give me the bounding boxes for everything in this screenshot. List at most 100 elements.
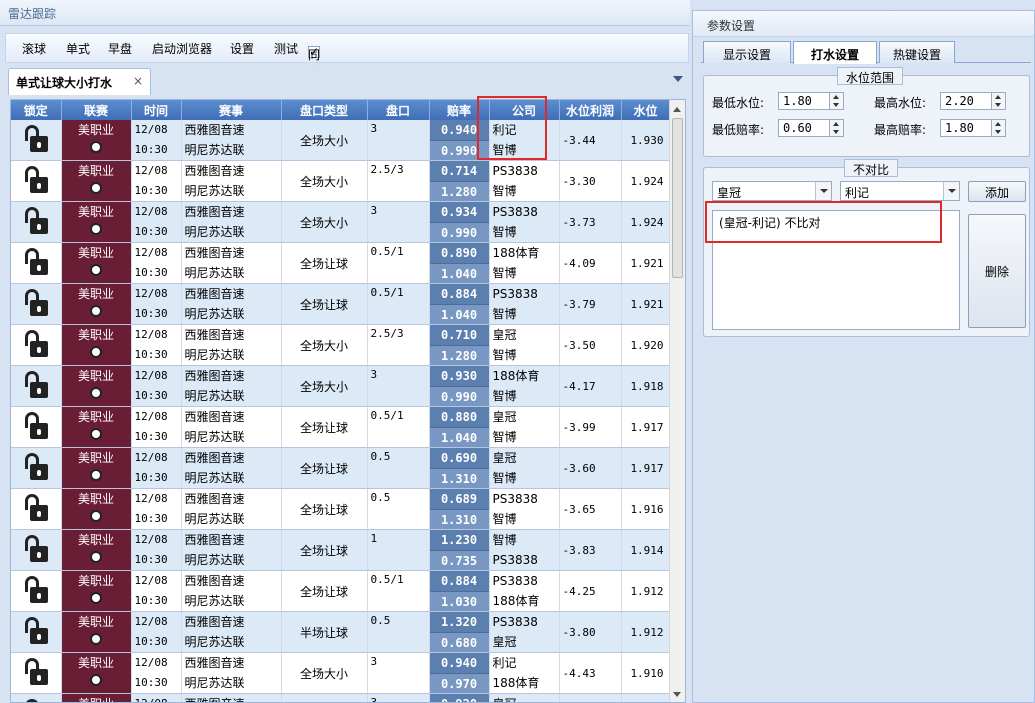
menu-item-settings[interactable]: 设置 [230, 40, 254, 57]
market-type-cell: 全场让球 [281, 570, 368, 612]
max-water-spinner[interactable]: 2.20 [940, 92, 1006, 110]
lock-cell[interactable] [11, 160, 62, 202]
table-row[interactable]: 美职业 12/08 10:30 西雅图音速 明尼苏达联 全场让球 0.5/1 0.884 1.0… [11, 570, 671, 612]
table-row[interactable]: 美职业 12/08 10:30 西雅图音速 明尼苏达联 全场让球 1 1.230 0.735 智博… [11, 529, 671, 571]
spinner-arrows-icon[interactable] [829, 93, 843, 109]
scroll-up-icon[interactable] [673, 107, 681, 112]
column-header[interactable]: 盘口 [367, 100, 430, 120]
unlock-icon[interactable] [23, 452, 49, 482]
unlock-icon[interactable] [23, 165, 49, 195]
odds-cell: 0.940 0.970 [429, 652, 490, 694]
table-row[interactable]: 美职业 12/08 10:30 西雅图音速 明尼苏达联 全场大小 3 0.940 0.970 利记… [11, 652, 671, 694]
lock-cell[interactable] [11, 201, 62, 243]
close-icon[interactable]: × [133, 74, 143, 88]
no-compare-list[interactable]: (皇冠-利记) 不比对 [712, 210, 960, 330]
tab-display-settings[interactable]: 显示设置 [703, 41, 791, 63]
table-row[interactable]: 美职业 12/08 10:30 西雅图音速 明尼苏达联 全场让球 0.5/1 0.884 1.0… [11, 283, 671, 325]
list-item[interactable]: (皇冠-利记) 不比对 [713, 211, 959, 231]
column-header[interactable]: 盘口类型 [281, 100, 368, 120]
lock-cell[interactable] [11, 365, 62, 407]
column-header[interactable]: 时间 [131, 100, 182, 120]
lock-cell[interactable] [11, 611, 62, 653]
column-header[interactable]: 联赛 [61, 100, 132, 120]
home-team: 西雅图音速 [184, 246, 245, 260]
scroll-thumb[interactable] [672, 118, 683, 278]
table-row[interactable]: 美职业 12/08 10:30 西雅图音速 明尼苏达联 全场大小 2.5/3 0.710 1.2… [11, 324, 671, 366]
spinner-arrows-icon[interactable] [829, 120, 843, 136]
delete-button[interactable]: 删除 [968, 214, 1026, 328]
odds-over: 0.890 [429, 243, 489, 263]
unlock-icon[interactable] [23, 698, 49, 702]
lock-cell[interactable] [11, 242, 62, 284]
table-row[interactable]: 美职业 12/08 10:30 西雅图音速 明尼苏达联 全场大小 2.5/3 0.714 1.2… [11, 160, 671, 202]
tab-hotkey-settings[interactable]: 热键设置 [879, 41, 955, 63]
lock-cell[interactable] [11, 488, 62, 530]
lock-cell[interactable] [11, 693, 62, 702]
menu-item-early[interactable]: 早盘 [108, 40, 132, 57]
spinner-arrows-icon[interactable] [991, 120, 1005, 136]
chevron-down-icon[interactable] [943, 182, 959, 200]
company-combo-1[interactable]: 皇冠 [712, 181, 832, 201]
column-header[interactable]: 水位利润 [559, 100, 622, 120]
menu-item-test[interactable]: 测试 [274, 40, 298, 57]
unlock-icon[interactable] [23, 124, 49, 154]
tab-water-settings[interactable]: 打水设置 [793, 41, 877, 64]
scroll-down-icon[interactable] [673, 692, 681, 697]
column-header[interactable]: 赛事 [181, 100, 282, 120]
lock-cell[interactable] [11, 120, 62, 161]
table-row[interactable]: 美职业 12/08 10:30 西雅图音速 明尼苏达联 半场让球 0.5 1.320 0.680… [11, 611, 671, 653]
tab-single-handicap[interactable]: 单式让球大小打水 × [8, 68, 151, 95]
match-time: 10:30 [134, 471, 168, 484]
lock-cell[interactable] [11, 283, 62, 325]
column-header[interactable]: 锁定 [11, 100, 62, 120]
table-row[interactable]: 美职业 12/08 10:30 西雅图音速 明尼苏达联 全场大小 3 0.934 0.990 PS… [11, 201, 671, 243]
table-row[interactable]: 美职业 12/0810:30西雅图音速明尼苏达联全场大小30.920 皇冠-4.39… [11, 693, 671, 702]
tab-dropdown-icon[interactable] [673, 76, 683, 82]
unlock-icon[interactable] [23, 657, 49, 687]
table-row[interactable]: 美职业 12/08 10:30 西雅图音速 明尼苏达联 全场大小 3 0.940 0.990 利记… [11, 120, 671, 161]
table-row[interactable]: 美职业 12/08 10:30 西雅图音速 明尼苏达联 全场大小 3 0.930 0.990 18… [11, 365, 671, 407]
add-button[interactable]: 添加 [968, 181, 1026, 202]
lock-cell[interactable] [11, 447, 62, 489]
table-row[interactable]: 美职业 12/08 10:30 西雅图音速 明尼苏达联 全场让球 0.5/1 0.890 1.0… [11, 242, 671, 284]
away-team: 明尼苏达联 [184, 430, 245, 444]
soccer-ball-icon [90, 141, 102, 153]
home-team: 西雅图音速 [184, 328, 245, 342]
table-row[interactable]: 美职业 12/08 10:30 西雅图音速 明尼苏达联 全场让球 0.5 0.690 1.310… [11, 447, 671, 489]
table-row[interactable]: 美职业 12/08 10:30 西雅图音速 明尼苏达联 全场让球 0.5/1 0.880 1.0… [11, 406, 671, 448]
company-combo-2[interactable]: 利记 [840, 181, 960, 201]
unlock-icon[interactable] [23, 616, 49, 646]
unlock-icon[interactable] [23, 493, 49, 523]
column-header[interactable]: 水位 [621, 100, 671, 120]
unlock-icon[interactable] [23, 206, 49, 236]
unlock-icon[interactable] [23, 247, 49, 277]
lock-cell[interactable] [11, 652, 62, 694]
company-2: 智博 [492, 348, 517, 362]
unlock-icon[interactable] [23, 329, 49, 359]
lock-cell[interactable] [11, 529, 62, 571]
menu-item-single[interactable]: 单式 [66, 40, 90, 57]
max-odds-spinner[interactable]: 1.80 [940, 119, 1006, 137]
lock-cell[interactable] [11, 324, 62, 366]
odds-cell: 0.689 1.310 [429, 488, 490, 530]
menu-item-launch-browser[interactable]: 启动浏览器 [152, 40, 212, 57]
company-cell: 皇冠 智博 [489, 447, 560, 489]
handicap-cell: 0.5 [367, 447, 430, 489]
unlock-icon[interactable] [23, 575, 49, 605]
unlock-icon[interactable] [23, 288, 49, 318]
unlock-icon[interactable] [23, 534, 49, 564]
min-odds-spinner[interactable]: 0.60 [778, 119, 844, 137]
min-water-spinner[interactable]: 1.80 [778, 92, 844, 110]
vertical-scrollbar[interactable] [669, 100, 685, 702]
spinner-arrows-icon[interactable] [991, 93, 1005, 109]
menu-item-live[interactable]: 滚球 [22, 40, 46, 57]
chevron-down-icon[interactable] [815, 182, 831, 200]
lock-cell[interactable] [11, 570, 62, 612]
lock-cell[interactable] [11, 406, 62, 448]
column-header[interactable]: 公司 [489, 100, 560, 120]
unlock-icon[interactable] [23, 411, 49, 441]
table-row[interactable]: 美职业 12/08 10:30 西雅图音速 明尼苏达联 全场让球 0.5 0.689 1.310… [11, 488, 671, 530]
unlock-icon[interactable] [23, 370, 49, 400]
column-header[interactable]: 赔率 [429, 100, 490, 120]
league-cell: 美职业 [61, 201, 132, 243]
